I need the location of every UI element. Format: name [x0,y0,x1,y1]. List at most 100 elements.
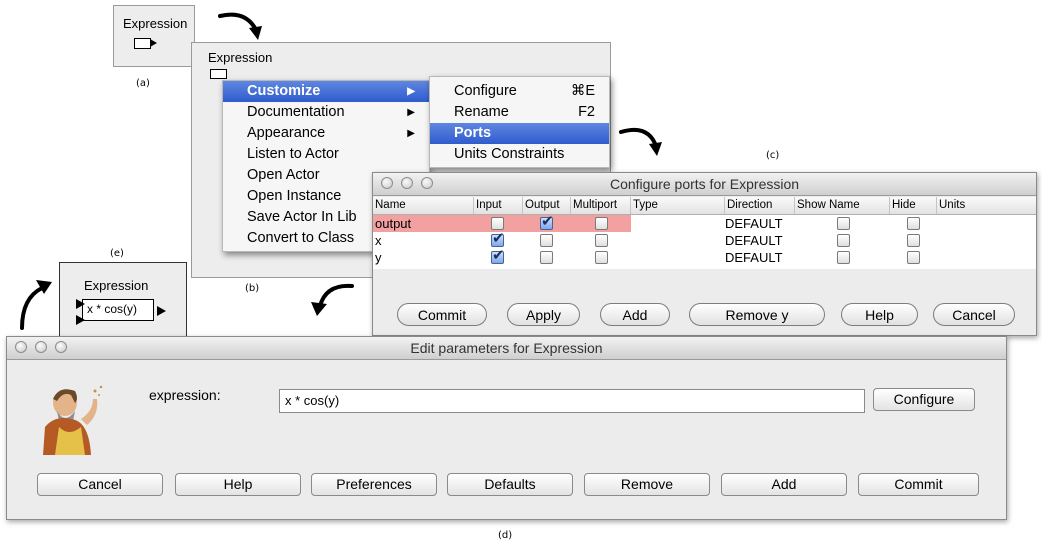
commit-button[interactable]: Commit [858,473,979,496]
close-window-icon[interactable] [15,341,27,353]
submenu-item-units[interactable]: Units Constraints [430,144,609,165]
remove-port-button[interactable]: Remove y [689,303,825,326]
caption-c: (c) [766,150,780,161]
customize-submenu: Configure ⌘E Rename F2 Ports Units Constra… [429,76,610,168]
philosopher-icon [43,385,103,455]
hide-checkbox[interactable] [907,217,920,230]
edit-parameters-window: Edit parameters for Expression expressio… [6,336,1007,520]
configure-ports-window: Configure ports for Expression Name Inpu… [372,172,1037,336]
caption-e: (e) [110,248,124,259]
direction-cell[interactable]: DEFAULT [725,215,783,232]
remove-button[interactable]: Remove [584,473,710,496]
add-port-button[interactable]: Add [600,303,670,326]
shortcut-label: ⌘E [570,83,595,99]
cancel-button[interactable]: Cancel [933,303,1015,326]
submenu-item-label: Rename [454,104,509,120]
table-header: Name Input Output Multiport Type Directi… [373,197,1036,215]
direction-cell[interactable]: DEFAULT [725,249,783,266]
menu-item-label: Appearance [247,125,326,141]
submenu-arrow-icon: ▶ [407,107,415,118]
hide-checkbox[interactable] [907,251,920,264]
output-port-icon [150,39,157,47]
column-header[interactable]: Hide [890,197,937,214]
help-button[interactable]: Help [841,303,918,326]
arrow-b-to-c-icon [619,127,662,156]
window-title: Configure ports for Expression [609,176,800,192]
column-header[interactable]: Input [474,197,523,214]
close-window-icon[interactable] [381,177,393,189]
submenu-item-label: Configure [454,83,517,99]
output-port-icon [157,306,166,316]
column-header[interactable]: Multiport [571,197,631,214]
submenu-arrow-icon: ▶ [407,86,415,97]
arrow-d-to-e-icon [20,280,52,330]
shortcut-label: F2 [578,104,595,120]
menu-item-label: Open Actor [247,167,320,183]
window-title: Edit parameters for Expression [410,340,603,356]
menu-item-label: Listen to Actor [247,146,339,162]
actor-formula-box[interactable]: x * cos(y) [82,299,154,321]
configure-button[interactable]: Configure [873,388,975,411]
actor-title: Expression [208,50,273,65]
submenu-item-configure[interactable]: Configure ⌘E [430,81,609,102]
help-button[interactable]: Help [175,473,301,496]
commit-button[interactable]: Commit [397,303,487,326]
input-port-y-icon [76,315,85,325]
expression-param-label: expression: [149,387,221,403]
show-name-checkbox[interactable] [837,217,850,230]
port-name-cell[interactable]: y [375,249,382,266]
arrow-c-to-d-icon [311,283,354,316]
submenu-item-label: Ports [454,125,492,141]
caption-a: (a) [136,78,150,89]
apply-button[interactable]: Apply [507,303,580,326]
submenu-item-rename[interactable]: Rename F2 [430,102,609,123]
panel-a-actor: Expression [113,5,195,67]
column-header[interactable]: Type [631,197,725,214]
multiport-checkbox[interactable] [595,251,608,264]
actor-icon[interactable] [134,38,151,49]
column-header[interactable]: Units [937,197,1036,214]
menu-item-documentation[interactable]: Documentation ▶ [223,102,429,123]
port-name-cell[interactable]: x [375,232,382,249]
menu-item-label: Documentation [247,104,345,120]
menu-item-customize[interactable]: Customize ▶ [223,81,429,102]
cancel-button[interactable]: Cancel [37,473,163,496]
zoom-window-icon[interactable] [55,341,67,353]
minimize-window-icon[interactable] [401,177,413,189]
caption-b: (b) [245,283,260,294]
menu-item-appearance[interactable]: Appearance ▶ [223,123,429,144]
zoom-window-icon[interactable] [421,177,433,189]
hide-checkbox[interactable] [907,234,920,247]
window-titlebar: Edit parameters for Expression [7,337,1006,360]
menu-item-listen[interactable]: Listen to Actor [223,144,429,165]
actor-icon[interactable] [210,69,227,79]
column-header[interactable]: Direction [725,197,795,214]
menu-item-label: Convert to Class [247,230,355,246]
submenu-item-ports[interactable]: Ports [430,123,609,144]
menu-item-label: Save Actor In Lib [247,209,357,225]
multiport-checkbox[interactable] [595,217,608,230]
column-header[interactable]: Show Name [795,197,890,214]
show-name-checkbox[interactable] [837,234,850,247]
menu-item-label: Open Instance [247,188,342,204]
input-checkbox[interactable] [491,247,505,264]
output-checkbox[interactable] [540,251,553,264]
output-checkbox[interactable] [540,213,554,230]
show-name-checkbox[interactable] [837,251,850,264]
minimize-window-icon[interactable] [35,341,47,353]
expression-input[interactable]: x * cos(y) [279,389,865,413]
arrow-a-to-b-icon [218,12,262,40]
caption-d: (d) [498,530,513,541]
output-checkbox[interactable] [540,234,553,247]
preferences-button[interactable]: Preferences [311,473,437,496]
submenu-item-label: Units Constraints [454,146,565,162]
defaults-button[interactable]: Defaults [447,473,573,496]
table-row[interactable]: output DEFAULT [373,213,1036,232]
port-name-cell[interactable]: output [375,215,411,232]
table-row[interactable]: y DEFAULT [373,247,1036,266]
column-header[interactable]: Name [373,197,474,214]
multiport-checkbox[interactable] [595,234,608,247]
add-button[interactable]: Add [721,473,847,496]
direction-cell[interactable]: DEFAULT [725,232,783,249]
table-row[interactable]: x DEFAULT [373,230,1036,249]
